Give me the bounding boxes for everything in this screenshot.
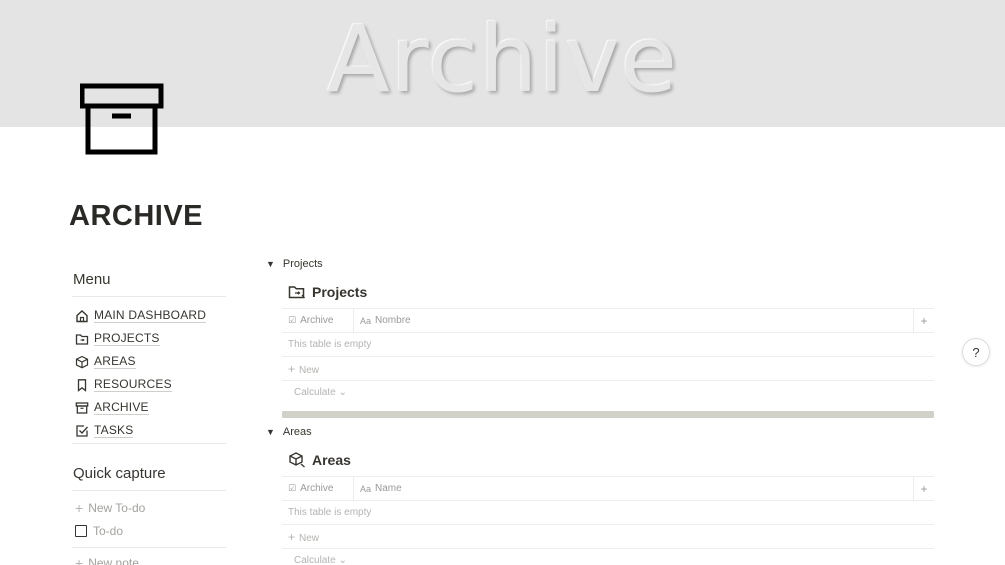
checkbox-property-icon: ☑ [288, 315, 297, 325]
menu-heading: Menu [73, 271, 111, 288]
archive-icon [75, 401, 89, 415]
new-note-button[interactable]: + New note [75, 555, 139, 565]
cube-icon [75, 355, 89, 369]
menu-divider [72, 443, 226, 444]
todo-checkbox[interactable] [75, 525, 87, 537]
menu-item-label: PROJECTS [94, 331, 160, 346]
quick-capture-heading: Quick capture [73, 465, 166, 482]
quick-capture-divider [72, 490, 226, 491]
toggle-label: Projects [282, 258, 323, 270]
empty-row: This table is empty [282, 500, 934, 524]
column-header-name[interactable]: Aa Name [354, 476, 914, 501]
checkbox-icon [75, 424, 89, 438]
database-title-text: Projects [312, 284, 368, 300]
page-title: ARCHIVE [69, 200, 204, 232]
menu-item-main-dashboard[interactable]: MAIN DASHBOARD [75, 304, 235, 327]
menu-item-label: MAIN DASHBOARD [94, 308, 207, 323]
notion-page: Archive ARCHIVE Menu MAIN DASHBOARD PROJ… [0, 0, 1005, 565]
menu-item-archive[interactable]: ARCHIVE [75, 396, 235, 419]
home-icon [75, 309, 89, 323]
plus-icon: + [75, 555, 84, 565]
column-header-name[interactable]: Aa Nombre [354, 308, 914, 333]
chevron-down-icon: ⌄ [338, 555, 347, 565]
menu-item-projects[interactable]: PROJECTS [75, 327, 235, 350]
empty-table-text: This table is empty [288, 339, 372, 350]
menu-divider [72, 296, 226, 297]
plus-icon: + [288, 361, 296, 376]
menu-item-areas[interactable]: AREAS [75, 350, 235, 373]
empty-row: This table is empty [282, 332, 934, 356]
folder-icon [75, 332, 89, 346]
menu-item-tasks[interactable]: TASKS [75, 419, 235, 442]
table-header-row: ☑ Archive Aa Name + [282, 476, 934, 501]
new-todo-button[interactable]: + New To-do [75, 500, 145, 516]
todo-label: To-do [93, 524, 124, 538]
toggle-triangle-icon[interactable]: ▼ [266, 259, 275, 269]
new-todo-label: New To-do [88, 501, 146, 515]
plus-icon: + [288, 529, 296, 544]
help-button[interactable]: ? [962, 338, 990, 366]
areas-toggle[interactable]: ▼ Areas [266, 426, 312, 438]
toggle-triangle-icon[interactable]: ▼ [266, 427, 275, 437]
checkbox-property-icon: ☑ [288, 483, 297, 493]
calculate-row[interactable]: Calculate ⌄ [282, 548, 934, 565]
projects-table: ☑ Archive Aa Nombre + This table is empt… [282, 308, 934, 404]
bookmark-icon [75, 378, 89, 392]
menu-item-label: RESOURCES [94, 377, 172, 392]
column-label: Archive [300, 315, 334, 326]
column-label: Name [375, 483, 402, 494]
cube-icon [288, 451, 306, 469]
new-row-label: New [299, 364, 320, 376]
menu-item-label: AREAS [94, 354, 136, 369]
toggle-label: Areas [282, 426, 312, 438]
empty-table-text: This table is empty [288, 507, 372, 518]
column-label: Archive [300, 483, 334, 494]
menu-item-label: ARCHIVE [94, 400, 149, 415]
text-property-icon: Aa [360, 483, 372, 494]
areas-database-title[interactable]: Areas [288, 451, 351, 469]
add-column-button[interactable]: + [914, 477, 934, 501]
column-label: Nombre [375, 315, 411, 326]
calculate-label: Calculate [294, 555, 336, 565]
menu-item-resources[interactable]: RESOURCES [75, 373, 235, 396]
new-row-button[interactable]: + New [282, 356, 934, 380]
new-row-label: New [299, 532, 320, 544]
add-column-button[interactable]: + [914, 309, 934, 333]
menu-list: MAIN DASHBOARD PROJECTS AREAS RESOURCES … [75, 304, 235, 442]
projects-toggle[interactable]: ▼ Projects [266, 258, 323, 270]
new-note-label: New note [88, 556, 139, 565]
calculate-row[interactable]: Calculate ⌄ [282, 380, 934, 404]
archive-box-icon[interactable] [79, 83, 164, 155]
quick-capture-divider [72, 547, 226, 548]
calculate-label: Calculate [294, 387, 336, 398]
column-header-archive[interactable]: ☑ Archive [282, 476, 354, 501]
projects-database-title[interactable]: Projects [288, 283, 367, 301]
todo-item[interactable]: To-do [75, 524, 123, 538]
areas-table: ☑ Archive Aa Name + This table is empty … [282, 476, 934, 565]
new-row-button[interactable]: + New [282, 524, 934, 548]
menu-item-label: TASKS [94, 423, 134, 438]
folder-icon [288, 283, 306, 301]
text-property-icon: Aa [360, 315, 372, 326]
plus-icon: + [75, 500, 84, 516]
horizontal-scrollbar[interactable] [282, 411, 934, 418]
table-header-row: ☑ Archive Aa Nombre + [282, 308, 934, 333]
column-header-archive[interactable]: ☑ Archive [282, 308, 354, 333]
database-title-text: Areas [312, 452, 351, 468]
chevron-down-icon: ⌄ [338, 387, 347, 398]
